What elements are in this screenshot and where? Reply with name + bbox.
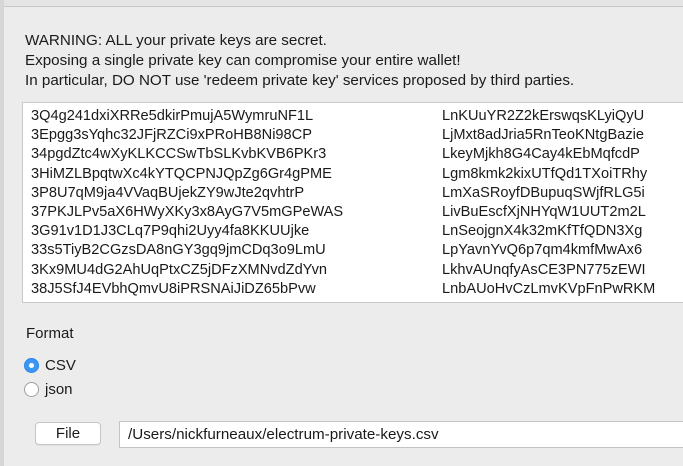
format-option-csv[interactable]: CSV xyxy=(24,357,76,374)
address-cell: 3HiMZLBpqtwXc4kYTQCPNJQpZg6Gr4gPME xyxy=(31,165,332,182)
private-key-cell: LivBuEscfXjNHYqW1UUT2m2L xyxy=(442,204,646,221)
private-key-cell: LkhvAUnqfyAsCE3PN775zEWI xyxy=(442,261,646,278)
warning-line-3: In particular, DO NOT use 'redeem privat… xyxy=(25,72,575,89)
private-key-cell: LnSeojgnX4k32mKfTfQDN3Xg xyxy=(442,223,643,240)
private-key-cell: LmXaSRoyfDBupuqSWjfRLG5i xyxy=(442,184,645,201)
address-cell: 33s5TiyB2CGzsDA8nGY3gq9jmCDq3o9LmU xyxy=(31,242,326,259)
private-key-cell: LjMxt8adJria5RnTeoKNtgBazie xyxy=(442,127,644,144)
private-key-cell: LnKUuYR2Z2kErswqsKLyiQyU xyxy=(442,108,645,124)
table-row[interactable]: 3HiMZLBpqtwXc4kYTQCPNJQpZg6Gr4gPME Lgm8km… xyxy=(31,165,655,184)
address-cell: 3G91v1D1J3CLq7P9qhi2Uyy4fa8KKUUjke xyxy=(31,223,310,240)
radio-csv-selected-icon[interactable] xyxy=(24,358,39,373)
table-row[interactable]: 3Kx9MU4dG2AhUqPtxCZ5jDFzXMNvdZdYvn LkhvAU… xyxy=(31,261,655,280)
table-row[interactable]: 37PKJLPv5aX6HWyXKy3x8AyG7V5mGPeWAS LivBuE… xyxy=(31,203,655,222)
table-row[interactable]: 3Epgg3sYqhc32JFjRZCi9xPRoHB8Ni98CP LjMxt8… xyxy=(31,126,655,145)
address-cell: 38J5SfJ4EVbhQmvU8iPRSNAiJiDZ65bPvw xyxy=(31,280,316,297)
address-cell: 3Kx9MU4dG2AhUqPtxCZ5jDFzXMNvdZdYvn xyxy=(31,261,328,278)
format-option-csv-label: CSV xyxy=(45,357,76,374)
dialog-top-edge xyxy=(0,0,683,7)
table-row[interactable]: 3G91v1D1J3CLq7P9qhi2Uyy4fa8KKUUjke LnSeoj… xyxy=(31,222,655,241)
table-row[interactable]: 33s5TiyB2CGzsDA8nGY3gq9jmCDq3o9LmU LpYavn… xyxy=(31,241,655,260)
format-option-json[interactable]: json xyxy=(24,381,73,398)
address-cell: 37PKJLPv5aX6HWyXKy3x8AyG7V5mGPeWAS xyxy=(31,204,344,221)
private-key-cell: Lgm8kmk2kixUTfQd1TXoiTRhy xyxy=(442,165,648,182)
private-key-cell: LpYavnYvQ6p7qm4kmfMwAx6 xyxy=(442,242,643,259)
private-key-cell: LkeyMjkh8G4Cay4kEbMqfcdP xyxy=(442,146,640,163)
warning-line-1: WARNING: ALL your private keys are secre… xyxy=(25,32,327,49)
file-button[interactable]: File xyxy=(35,422,101,445)
address-cell: 3Epgg3sYqhc32JFjRZCi9xPRoHB8Ni98CP xyxy=(31,127,312,144)
table-row[interactable]: 38J5SfJ4EVbhQmvU8iPRSNAiJiDZ65bPvw LnbAUo… xyxy=(31,280,655,299)
private-keys-table: 3Q4g241dxiXRRe5dkirPmujA5WymruNF1L LnKUuY… xyxy=(31,107,655,299)
private-keys-list[interactable]: 3Q4g241dxiXRRe5dkirPmujA5WymruNF1L LnKUuY… xyxy=(22,102,683,303)
warning-line-2: Exposing a single private key can compro… xyxy=(25,52,461,69)
dialog-left-edge xyxy=(0,0,4,466)
format-option-json-label: json xyxy=(45,381,73,398)
warning-message: WARNING: ALL your private keys are secre… xyxy=(25,31,683,91)
table-row[interactable]: 3P8U7qM9ja4VVaqBUjekZY9wJte2qvhtrP LmXaSR… xyxy=(31,184,655,203)
radio-json-unselected-icon[interactable] xyxy=(24,382,39,397)
format-label: Format xyxy=(26,325,74,342)
private-key-cell: LnbAUoHvCzLmvKVpFnPwRKM xyxy=(442,280,656,297)
address-cell: 3Q4g241dxiXRRe5dkirPmujA5WymruNF1L xyxy=(31,108,314,124)
file-path-input[interactable]: /Users/nickfurneaux/electrum-private-key… xyxy=(119,421,683,448)
export-private-keys-dialog: WARNING: ALL your private keys are secre… xyxy=(0,0,683,466)
table-row[interactable]: 34pgdZtc4wXyKLKCCSwTbSLKvbKVB6PKr3 LkeyMj… xyxy=(31,145,655,164)
address-cell: 34pgdZtc4wXyKLKCCSwTbSLKvbKVB6PKr3 xyxy=(31,146,327,163)
table-row[interactable]: 3Q4g241dxiXRRe5dkirPmujA5WymruNF1L LnKUuY… xyxy=(31,107,655,126)
address-cell: 3P8U7qM9ja4VVaqBUjekZY9wJte2qvhtrP xyxy=(31,184,305,201)
